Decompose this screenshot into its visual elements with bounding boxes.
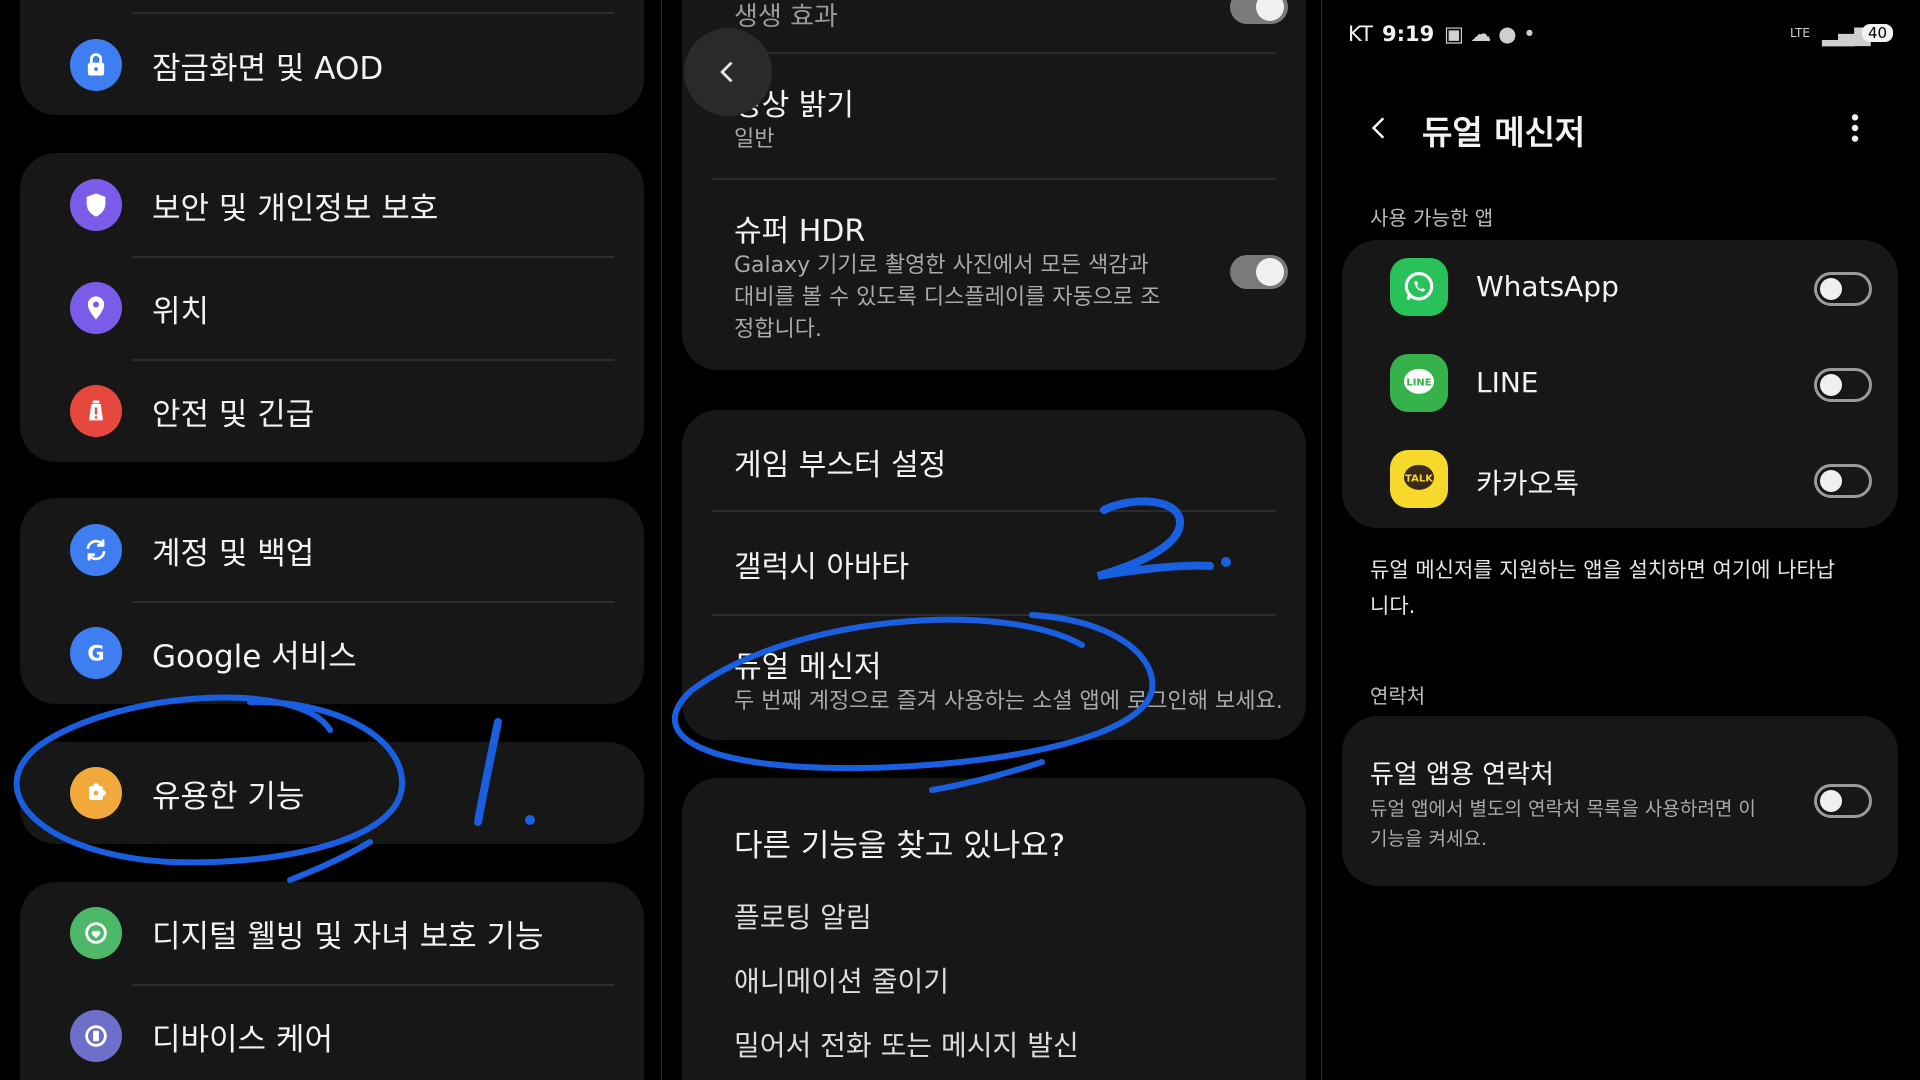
app-name: WhatsApp [1476, 270, 1619, 303]
install-info-text: 듀얼 메신저를 지원하는 앱을 설치하면 여기에 나타납니다. [1370, 558, 1836, 618]
notification-icons: ▣ ☁ ● • [1444, 22, 1536, 46]
dual-contacts-title: 듀얼 앱용 연락처 [1370, 760, 1554, 790]
chevron-left-icon [720, 61, 733, 83]
settings-item-label: 안전 및 긴급 [152, 396, 315, 433]
svg-text:LINE: LINE [1406, 378, 1431, 389]
back-arrow-icon[interactable] [1366, 112, 1392, 144]
settings-item-label: 위치 [152, 293, 210, 330]
settings-item-label: 잠금화면 및 AOD [152, 50, 384, 87]
settings-card: 보안 및 개인정보 보호 위치 안전 및 긴급 [20, 153, 644, 462]
puzzle-icon [70, 767, 122, 819]
settings-item-digital-wellbeing[interactable]: 디지털 웰빙 및 자녀 보호 기능 [20, 882, 644, 984]
item-vivid-effect: 생생 효과 [734, 2, 838, 32]
super-hdr-title: 슈퍼 HDR [734, 214, 866, 249]
network-label: LTE [1790, 26, 1810, 40]
settings-item-accounts[interactable]: 계정 및 백업 [20, 499, 644, 601]
contacts-header: 연락처 [1370, 684, 1426, 708]
display-card: 생생 효과 영상 밝기 일반 슈퍼 HDR Galaxy 기기로 촬영한 사진에… [682, 0, 1306, 370]
whatsapp-icon [1390, 258, 1448, 316]
svg-text:G: G [87, 642, 104, 666]
line-toggle[interactable] [1814, 368, 1872, 402]
clock: 9:19 [1382, 22, 1435, 46]
divider [712, 614, 1276, 616]
settings-item-safety[interactable]: 안전 및 긴급 [20, 360, 644, 462]
settings-card: 유용한 기능 [20, 742, 644, 844]
page-title: 듀얼 메신저 [1422, 113, 1586, 152]
more-options-icon[interactable] [1850, 112, 1860, 144]
svg-text:TALK: TALK [1405, 474, 1434, 485]
carrier-label: KT [1348, 22, 1373, 46]
back-button[interactable] [684, 28, 772, 116]
sync-icon [70, 524, 122, 576]
vivid-effect-toggle[interactable] [1230, 0, 1288, 24]
link-floating-notifications[interactable]: 플로팅 알림 [734, 896, 872, 936]
settings-item-label: Google 서비스 [152, 638, 357, 675]
item-galaxy-avatar[interactable]: 갤럭시 아바타 [734, 542, 909, 586]
settings-item-label: 보안 및 개인정보 보호 [152, 190, 439, 227]
video-brightness-value: 일반 [734, 127, 775, 152]
advanced-features-panel: 생생 효과 영상 밝기 일반 슈퍼 HDR Galaxy 기기로 촬영한 사진에… [662, 0, 1322, 1080]
settings-card: 계정 및 백업 G Google 서비스 [20, 498, 644, 704]
settings-item-security[interactable]: 보안 및 개인정보 보호 [20, 154, 644, 256]
settings-item-label: 디바이스 케어 [152, 1021, 333, 1058]
divider [712, 178, 1276, 180]
settings-item-advanced-features[interactable]: 유용한 기능 [20, 742, 644, 844]
dual-messenger-description: 두 번째 계정으로 즐겨 사용하는 소셜 앱에 로그인해 보세요. [734, 689, 1283, 714]
dual-messenger-title: 듀얼 메신저 [734, 650, 882, 685]
lock-icon [70, 39, 122, 91]
location-icon [70, 282, 122, 334]
settings-item-google[interactable]: G Google 서비스 [20, 602, 644, 704]
app-name: 카카오톡 [1476, 467, 1580, 500]
super-hdr-toggle[interactable] [1230, 255, 1288, 289]
settings-card: 잠금화면 및 AOD [20, 0, 644, 115]
whatsapp-toggle[interactable] [1814, 272, 1872, 306]
item-game-booster[interactable]: 게임 부스터 설정 [734, 440, 946, 484]
settings-card: 디지털 웰빙 및 자녀 보호 기능 디바이스 케어 [20, 882, 644, 1080]
looking-for-title: 다른 기능을 찾고 있나요? [734, 828, 1066, 864]
dual-contacts-toggle[interactable] [1814, 784, 1872, 818]
alert-icon [70, 385, 122, 437]
line-icon: LINE [1390, 354, 1448, 412]
google-icon: G [70, 627, 122, 679]
dual-messenger-panel: KT 9:19 ▣ ☁ ● • LTE ▂▄▆ 40 듀얼 메신저 사용 가능한… [1322, 0, 1920, 1080]
divider [712, 52, 1276, 54]
shield-icon [70, 179, 122, 231]
settings-item-lock-screen[interactable]: 잠금화면 및 AOD [20, 14, 644, 115]
link-swipe-to-call[interactable]: 밀어서 전화 또는 메시지 발신 [734, 1024, 1079, 1064]
kakaotalk-toggle[interactable] [1814, 464, 1872, 498]
battery-indicator: 40 [1862, 24, 1894, 42]
contacts-card: 듀얼 앱용 연락처 듀얼 앱에서 별도의 연락처 목록을 사용하려면 이 기능을… [1342, 716, 1898, 886]
settings-panel: 잠금화면 및 AOD 보안 및 개인정보 보호 위치 안전 및 긴급 계정 및 … [0, 0, 662, 1080]
apps-card: WhatsApp LINE LINE TALK 카카오톡 [1342, 240, 1898, 528]
device-care-icon [70, 1010, 122, 1062]
settings-item-label: 디지털 웰빙 및 자녀 보호 기능 [152, 918, 544, 955]
super-hdr-description: Galaxy 기기로 촬영한 사진에서 모든 색감과 대비를 볼 수 있도록 디… [734, 253, 1161, 342]
divider [712, 510, 1276, 512]
settings-item-location[interactable]: 위치 [20, 257, 644, 359]
kakaotalk-icon: TALK [1390, 450, 1448, 508]
available-apps-header: 사용 가능한 앱 [1370, 206, 1494, 230]
wellbeing-icon [70, 907, 122, 959]
dual-contacts-description: 듀얼 앱에서 별도의 연락처 목록을 사용하려면 이 기능을 켜세요. [1370, 798, 1756, 850]
app-name: LINE [1476, 366, 1539, 399]
looking-for-card: 다른 기능을 찾고 있나요? 플로팅 알림 애니메이션 줄이기 밀어서 전화 또… [682, 778, 1306, 1080]
settings-item-device-care[interactable]: 디바이스 케어 [20, 985, 644, 1080]
link-reduce-animations[interactable]: 애니메이션 줄이기 [734, 960, 949, 1000]
settings-item-label: 유용한 기능 [152, 778, 305, 815]
settings-item-label: 계정 및 백업 [152, 535, 315, 572]
features-card: 게임 부스터 설정 갤럭시 아바타 듀얼 메신저 두 번째 계정으로 즐겨 사용… [682, 410, 1306, 740]
